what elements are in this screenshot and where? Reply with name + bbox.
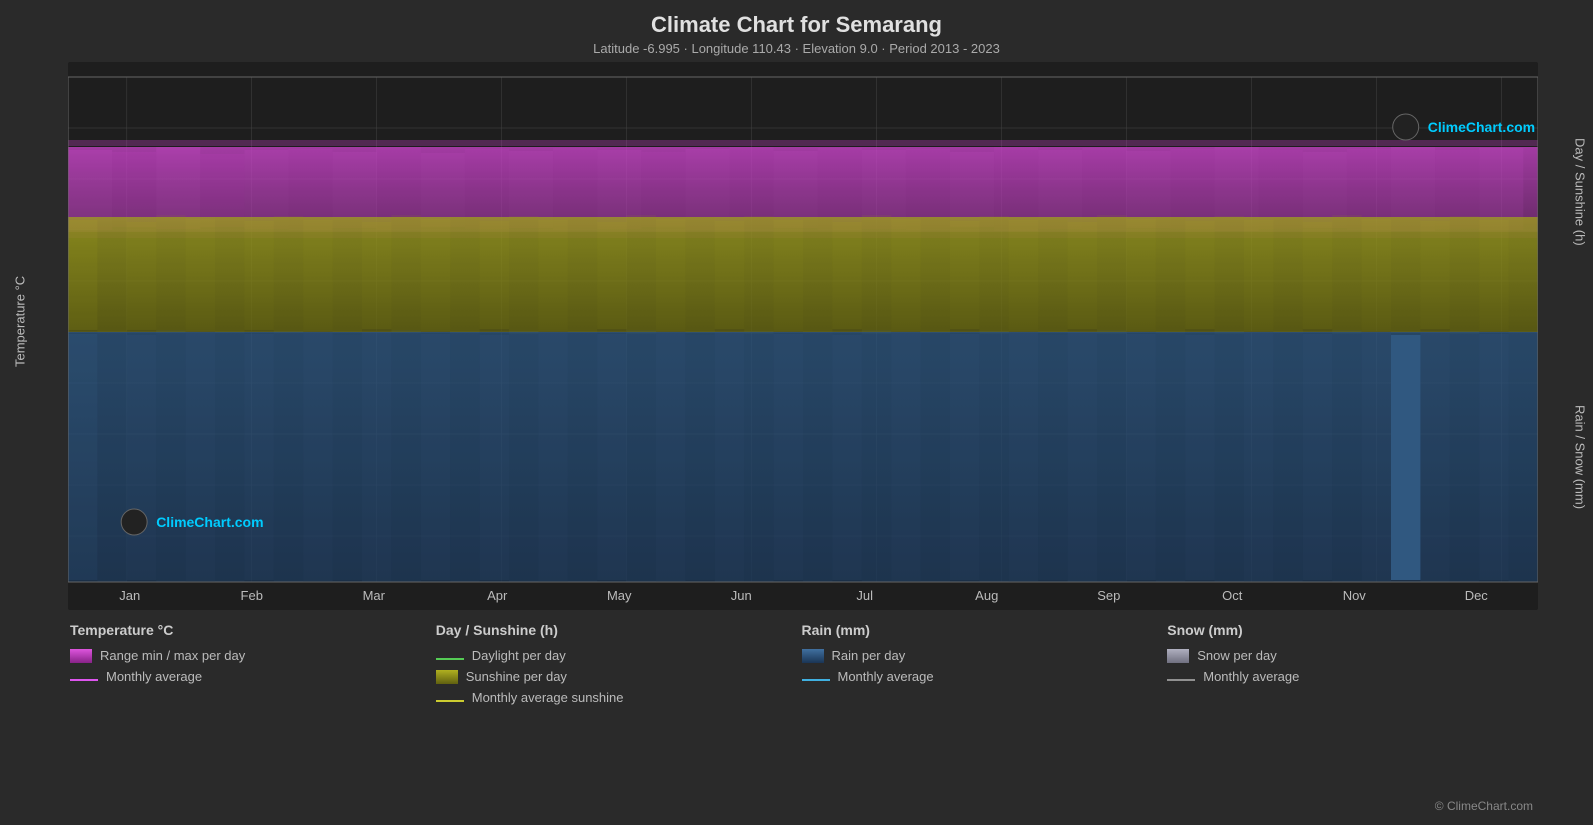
legend-rain-avg: Monthly average bbox=[802, 669, 1168, 684]
temp-avg-line-swatch bbox=[70, 679, 98, 681]
legend-rain-per-day: Rain per day bbox=[802, 648, 1168, 663]
legend-rain-title: Rain (mm) bbox=[802, 622, 1168, 638]
svg-text:ClimeChart.com: ClimeChart.com bbox=[1428, 119, 1535, 135]
legend-sunshine-avg: Monthly average sunshine bbox=[436, 690, 802, 705]
legend-snow: Snow (mm) Snow per day Monthly average bbox=[1167, 622, 1533, 705]
legend-sunshine-per-day: Sunshine per day bbox=[436, 669, 802, 684]
svg-text:Jul: Jul bbox=[856, 588, 873, 603]
legend-temp-avg: Monthly average bbox=[70, 669, 436, 684]
legend-snow-avg-label: Monthly average bbox=[1203, 669, 1299, 684]
legend-snow-title: Snow (mm) bbox=[1167, 622, 1533, 638]
sunshine-swatch bbox=[436, 670, 458, 684]
chart-container: Climate Chart for Semarang Latitude -6.9… bbox=[0, 0, 1593, 825]
legend-snow-avg: Monthly average bbox=[1167, 669, 1533, 684]
legend-sunshine-title: Day / Sunshine (h) bbox=[436, 622, 802, 638]
snow-avg-swatch bbox=[1167, 679, 1195, 681]
svg-text:Apr: Apr bbox=[487, 588, 508, 603]
rain-swatch bbox=[802, 649, 824, 663]
legend-rain: Rain (mm) Rain per day Monthly average bbox=[802, 622, 1168, 705]
y-axis-right-top-label: Day / Sunshine (h) bbox=[1570, 62, 1590, 322]
main-chart-svg: 50 40 30 20 10 0 -10 -20 -30 -40 -50 bbox=[68, 62, 1538, 610]
snow-swatch bbox=[1167, 649, 1189, 663]
legend-snow-per-day: Snow per day bbox=[1167, 648, 1533, 663]
sunshine-avg-swatch bbox=[436, 700, 464, 702]
y-axis-left-label: Temperature °C bbox=[10, 62, 30, 580]
legend-area: Temperature °C Range min / max per day M… bbox=[0, 610, 1593, 705]
copyright: © ClimeChart.com bbox=[1435, 799, 1533, 813]
legend-temp-avg-label: Monthly average bbox=[106, 669, 202, 684]
legend-temp-title: Temperature °C bbox=[70, 622, 436, 638]
legend-daylight-label: Daylight per day bbox=[472, 648, 566, 663]
legend-temp-range-label: Range min / max per day bbox=[100, 648, 245, 663]
legend-sunshine-avg-label: Monthly average sunshine bbox=[472, 690, 624, 705]
legend-rain-avg-label: Monthly average bbox=[838, 669, 934, 684]
y-axis-right-bottom-label: Rain / Snow (mm) bbox=[1570, 327, 1590, 587]
chart-title: Climate Chart for Semarang bbox=[0, 0, 1593, 38]
svg-text:Aug: Aug bbox=[975, 588, 998, 603]
svg-text:ClimeChart.com: ClimeChart.com bbox=[156, 514, 263, 530]
legend-sunshine-per-day-label: Sunshine per day bbox=[466, 669, 567, 684]
temp-range-swatch bbox=[70, 649, 92, 663]
legend-sunshine: Day / Sunshine (h) Daylight per day Suns… bbox=[436, 622, 802, 705]
svg-text:Oct: Oct bbox=[1222, 588, 1243, 603]
legend-rain-per-day-label: Rain per day bbox=[832, 648, 906, 663]
svg-text:May: May bbox=[607, 588, 632, 603]
legend-temperature: Temperature °C Range min / max per day M… bbox=[70, 622, 436, 705]
svg-text:Jun: Jun bbox=[731, 588, 752, 603]
legend-snow-per-day-label: Snow per day bbox=[1197, 648, 1277, 663]
daylight-line-swatch bbox=[436, 658, 464, 660]
legend-daylight: Daylight per day bbox=[436, 648, 802, 663]
svg-text:Sep: Sep bbox=[1097, 588, 1120, 603]
svg-text:Nov: Nov bbox=[1343, 588, 1367, 603]
svg-text:Jan: Jan bbox=[119, 588, 140, 603]
svg-text:Dec: Dec bbox=[1465, 588, 1489, 603]
svg-text:Mar: Mar bbox=[363, 588, 386, 603]
svg-text:Feb: Feb bbox=[241, 588, 263, 603]
rain-avg-swatch bbox=[802, 679, 830, 681]
legend-temp-range: Range min / max per day bbox=[70, 648, 436, 663]
chart-subtitle: Latitude -6.995 · Longitude 110.43 · Ele… bbox=[0, 41, 1593, 56]
